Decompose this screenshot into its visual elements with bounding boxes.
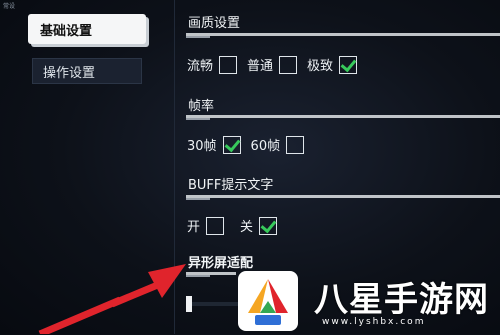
quality-option-smooth[interactable]: 流畅 bbox=[187, 55, 238, 74]
buff-option-on[interactable]: 开 bbox=[187, 216, 225, 235]
framerate-section-rule bbox=[186, 115, 500, 120]
quality-smooth-checkbox[interactable] bbox=[219, 55, 238, 74]
quality-section-title: 画质设置 bbox=[188, 16, 241, 31]
buff-on-checkbox[interactable] bbox=[206, 216, 225, 235]
watermark-title: 八星手游网 bbox=[314, 280, 489, 320]
buff-option-off[interactable]: 关 bbox=[240, 216, 278, 235]
sidebar-divider bbox=[174, 0, 175, 334]
buff-off-checkbox[interactable] bbox=[259, 216, 278, 235]
quality-options: 流畅 普通 极致 bbox=[187, 55, 367, 74]
notch-slider-knob[interactable] bbox=[186, 296, 192, 312]
quality-option-normal-label: 普通 bbox=[247, 59, 274, 74]
notch-adapt-slider[interactable] bbox=[186, 296, 246, 312]
tab-basic-settings[interactable]: 基础设置 bbox=[28, 14, 146, 44]
framerate-section-title: 帧率 bbox=[188, 99, 215, 114]
tab-control-settings[interactable]: 操作设置 bbox=[32, 58, 142, 84]
buff-options: 开 关 bbox=[187, 216, 287, 235]
framerate-option-30-label: 30帧 bbox=[187, 139, 217, 154]
notch-section-rule bbox=[186, 272, 236, 277]
framerate-30-checkbox[interactable] bbox=[222, 135, 241, 154]
framerate-60-checkbox[interactable] bbox=[286, 135, 305, 154]
buff-option-off-label: 关 bbox=[240, 220, 254, 235]
buff-option-on-label: 开 bbox=[187, 220, 201, 235]
quality-option-ultra-label: 极致 bbox=[307, 59, 334, 74]
watermark-url: www.lyshbx.com bbox=[322, 317, 426, 327]
watermark-logo-icon bbox=[248, 279, 288, 325]
quality-normal-checkbox[interactable] bbox=[279, 55, 298, 74]
settings-sidebar: 基础设置 操作设置 bbox=[0, 0, 175, 334]
buff-section-rule bbox=[186, 195, 500, 200]
framerate-option-60-label: 60帧 bbox=[250, 139, 281, 154]
quality-option-smooth-label: 流畅 bbox=[187, 59, 214, 74]
quality-option-normal[interactable]: 普通 bbox=[247, 55, 298, 74]
tab-basic-settings-label: 基础设置 bbox=[40, 23, 93, 39]
notch-section-title: 异形屏适配 bbox=[188, 256, 254, 271]
framerate-option-60[interactable]: 60帧 bbox=[251, 135, 305, 154]
quality-option-ultra[interactable]: 极致 bbox=[307, 55, 358, 74]
quality-ultra-checkbox[interactable] bbox=[339, 55, 358, 74]
framerate-option-30[interactable]: 30帧 bbox=[187, 135, 241, 154]
notch-slider-track bbox=[186, 302, 246, 306]
tab-control-settings-label: 操作设置 bbox=[43, 65, 96, 81]
quality-section-rule bbox=[186, 33, 500, 38]
buff-section-title: BUFF提示文字 bbox=[188, 178, 274, 193]
framerate-options: 30帧 60帧 bbox=[187, 135, 314, 154]
watermark-logo bbox=[238, 271, 298, 331]
